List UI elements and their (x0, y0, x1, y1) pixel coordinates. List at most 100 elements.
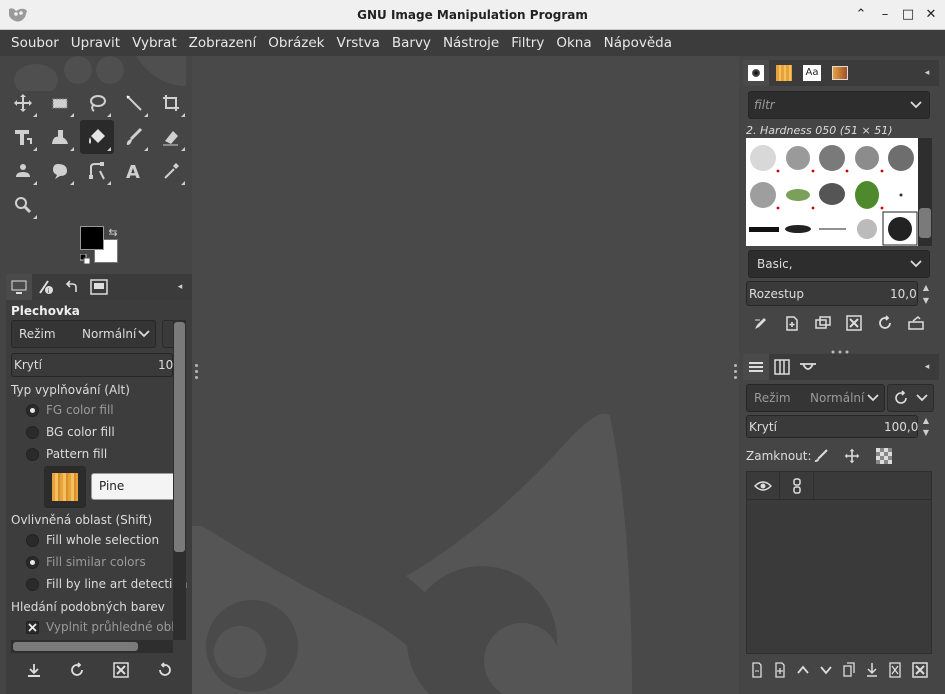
transparent-checkbox[interactable] (26, 621, 39, 634)
refresh-brushes-icon[interactable] (876, 314, 894, 332)
duplicate-layer-icon[interactable] (842, 661, 856, 679)
lock-pixels-icon[interactable] (811, 446, 831, 466)
layer-composite-mode-button[interactable] (887, 384, 934, 412)
menu-vrstva[interactable]: Vrstva (330, 30, 385, 56)
brush-scrollbar-thumb[interactable] (919, 208, 931, 238)
lock-alpha-icon[interactable] (874, 446, 894, 466)
clone-tool-icon[interactable] (6, 154, 40, 188)
hscrollbar-thumb[interactable] (13, 642, 138, 651)
warp-transform-tool-icon[interactable] (43, 120, 77, 154)
brush-filter-input[interactable]: filtr (748, 91, 930, 119)
delete-layer-icon[interactable] (911, 661, 929, 679)
radio-fill-whole-selection[interactable] (26, 534, 39, 547)
tab-undo-history[interactable] (59, 274, 85, 300)
brush-grid-scrollbar[interactable] (918, 138, 932, 246)
tool-options-vscrollbar[interactable] (173, 320, 186, 640)
radio-fill-similar-colors[interactable] (26, 556, 39, 569)
tab-channels[interactable] (769, 354, 795, 380)
layer-opacity-up-icon[interactable]: ▲ (920, 415, 932, 426)
new-layer-icon[interactable] (773, 661, 787, 679)
chain-link-icon[interactable] (781, 472, 814, 500)
brush-spacing-slider[interactable]: Rozestup 10,0 (746, 281, 918, 306)
paintbrush-tool-icon[interactable] (117, 120, 151, 154)
merge-layer-icon[interactable] (865, 661, 879, 679)
move-tool-icon[interactable] (6, 86, 40, 120)
tab-images[interactable] (86, 274, 112, 300)
zoom-tool-icon[interactable] (6, 188, 40, 222)
crop-tool-icon[interactable] (154, 86, 188, 120)
pattern-name-field[interactable]: Pine (91, 473, 181, 500)
tab-fonts[interactable]: Aa (799, 60, 825, 86)
lower-layer-icon[interactable] (819, 661, 833, 679)
scrollbar-thumb[interactable] (174, 322, 185, 552)
anchor-layer-icon[interactable] (888, 661, 902, 679)
menu-soubor[interactable]: Soubor (0, 30, 65, 56)
rect-select-tool-icon[interactable] (43, 86, 77, 120)
delete-options-icon[interactable] (111, 660, 131, 680)
dock-menu-left-icon[interactable]: ◂ (174, 281, 186, 293)
layer-opacity-slider[interactable]: Krytí 100,0 (746, 415, 918, 438)
radio-fg-color-fill[interactable] (26, 404, 39, 417)
image-canvas-area[interactable] (192, 56, 739, 694)
restore-options-icon[interactable] (67, 660, 87, 680)
open-brush-as-image-icon[interactable] (907, 314, 925, 332)
minimize-icon-button[interactable]: – (876, 6, 894, 24)
tab-tool-options[interactable] (6, 274, 32, 300)
smudge-tool-icon[interactable] (43, 154, 77, 188)
new-layer-group-icon[interactable] (750, 661, 764, 679)
lock-position-icon[interactable] (842, 446, 862, 466)
menu-vybrat[interactable]: Vybrat (126, 30, 183, 56)
dock-menu-layers-icon[interactable]: ◂ (921, 361, 933, 373)
maximize-button[interactable]: □ (899, 6, 917, 24)
right-dock-resize-handle[interactable] (734, 364, 738, 382)
visibility-eye-icon[interactable] (747, 472, 780, 500)
reset-options-icon[interactable] (155, 660, 175, 680)
text-tool-icon[interactable]: A (117, 154, 151, 188)
color-picker-tool-icon[interactable] (154, 154, 188, 188)
swap-colors-icon[interactable]: ⇆ (107, 226, 119, 239)
close-button[interactable]: ✕ (922, 6, 940, 24)
bucket-fill-tool-icon[interactable] (80, 120, 114, 154)
tab-patterns[interactable] (771, 60, 797, 86)
paths-tool-icon[interactable] (80, 154, 114, 188)
tab-gradients[interactable] (827, 60, 853, 86)
lasso-tool-icon[interactable] (80, 86, 114, 120)
left-dock-resize-handle[interactable] (195, 364, 199, 382)
tool-options-hscrollbar[interactable] (11, 640, 173, 653)
unified-transform-tool-icon[interactable] (6, 120, 40, 154)
default-colors-icon[interactable] (79, 253, 91, 265)
tab-paths[interactable] (795, 354, 821, 380)
menu-zobrazeni[interactable]: Zobrazení (183, 30, 263, 56)
menu-napoveda[interactable]: Nápověda (598, 30, 678, 56)
mode-combo[interactable]: Režim Normální (11, 320, 156, 348)
brush-preset-combo[interactable]: Basic, (748, 250, 930, 278)
layers-list[interactable] (746, 471, 932, 654)
radio-fill-line-art[interactable] (26, 578, 39, 591)
foreground-color-swatch[interactable] (80, 226, 104, 250)
new-brush-icon[interactable] (783, 314, 801, 332)
dock-menu-right-icon[interactable]: ◂ (921, 67, 933, 79)
eraser-tool-icon[interactable] (154, 120, 188, 154)
radio-bg-color-fill[interactable] (26, 426, 39, 439)
layer-mode-combo[interactable]: Režim Normální (746, 384, 885, 412)
edit-brush-icon[interactable] (752, 314, 770, 332)
tab-layers[interactable] (743, 354, 769, 380)
tab-brushes[interactable] (743, 60, 769, 86)
dock-vertical-separator[interactable] (831, 343, 849, 354)
duplicate-brush-icon[interactable] (814, 314, 832, 332)
menu-filtry[interactable]: Filtry (505, 30, 550, 56)
pattern-preview-button[interactable] (44, 466, 86, 508)
spacing-up-icon[interactable]: ▲ (920, 281, 932, 293)
menu-nastroje[interactable]: Nástroje (437, 30, 505, 56)
menu-obrazek[interactable]: Obrázek (262, 30, 330, 56)
save-options-icon[interactable] (24, 660, 44, 680)
minimize-button[interactable]: ⌃ (852, 6, 870, 24)
menu-okna[interactable]: Okna (550, 30, 597, 56)
menu-upravit[interactable]: Upravit (65, 30, 126, 56)
spacing-down-icon[interactable]: ▼ (920, 294, 932, 306)
delete-brush-icon[interactable] (845, 314, 863, 332)
tab-device-status[interactable]: i (33, 274, 59, 300)
opacity-slider[interactable]: Krytí 10 (11, 353, 173, 377)
menu-barvy[interactable]: Barvy (386, 30, 437, 56)
radio-pattern-fill[interactable] (26, 448, 39, 461)
